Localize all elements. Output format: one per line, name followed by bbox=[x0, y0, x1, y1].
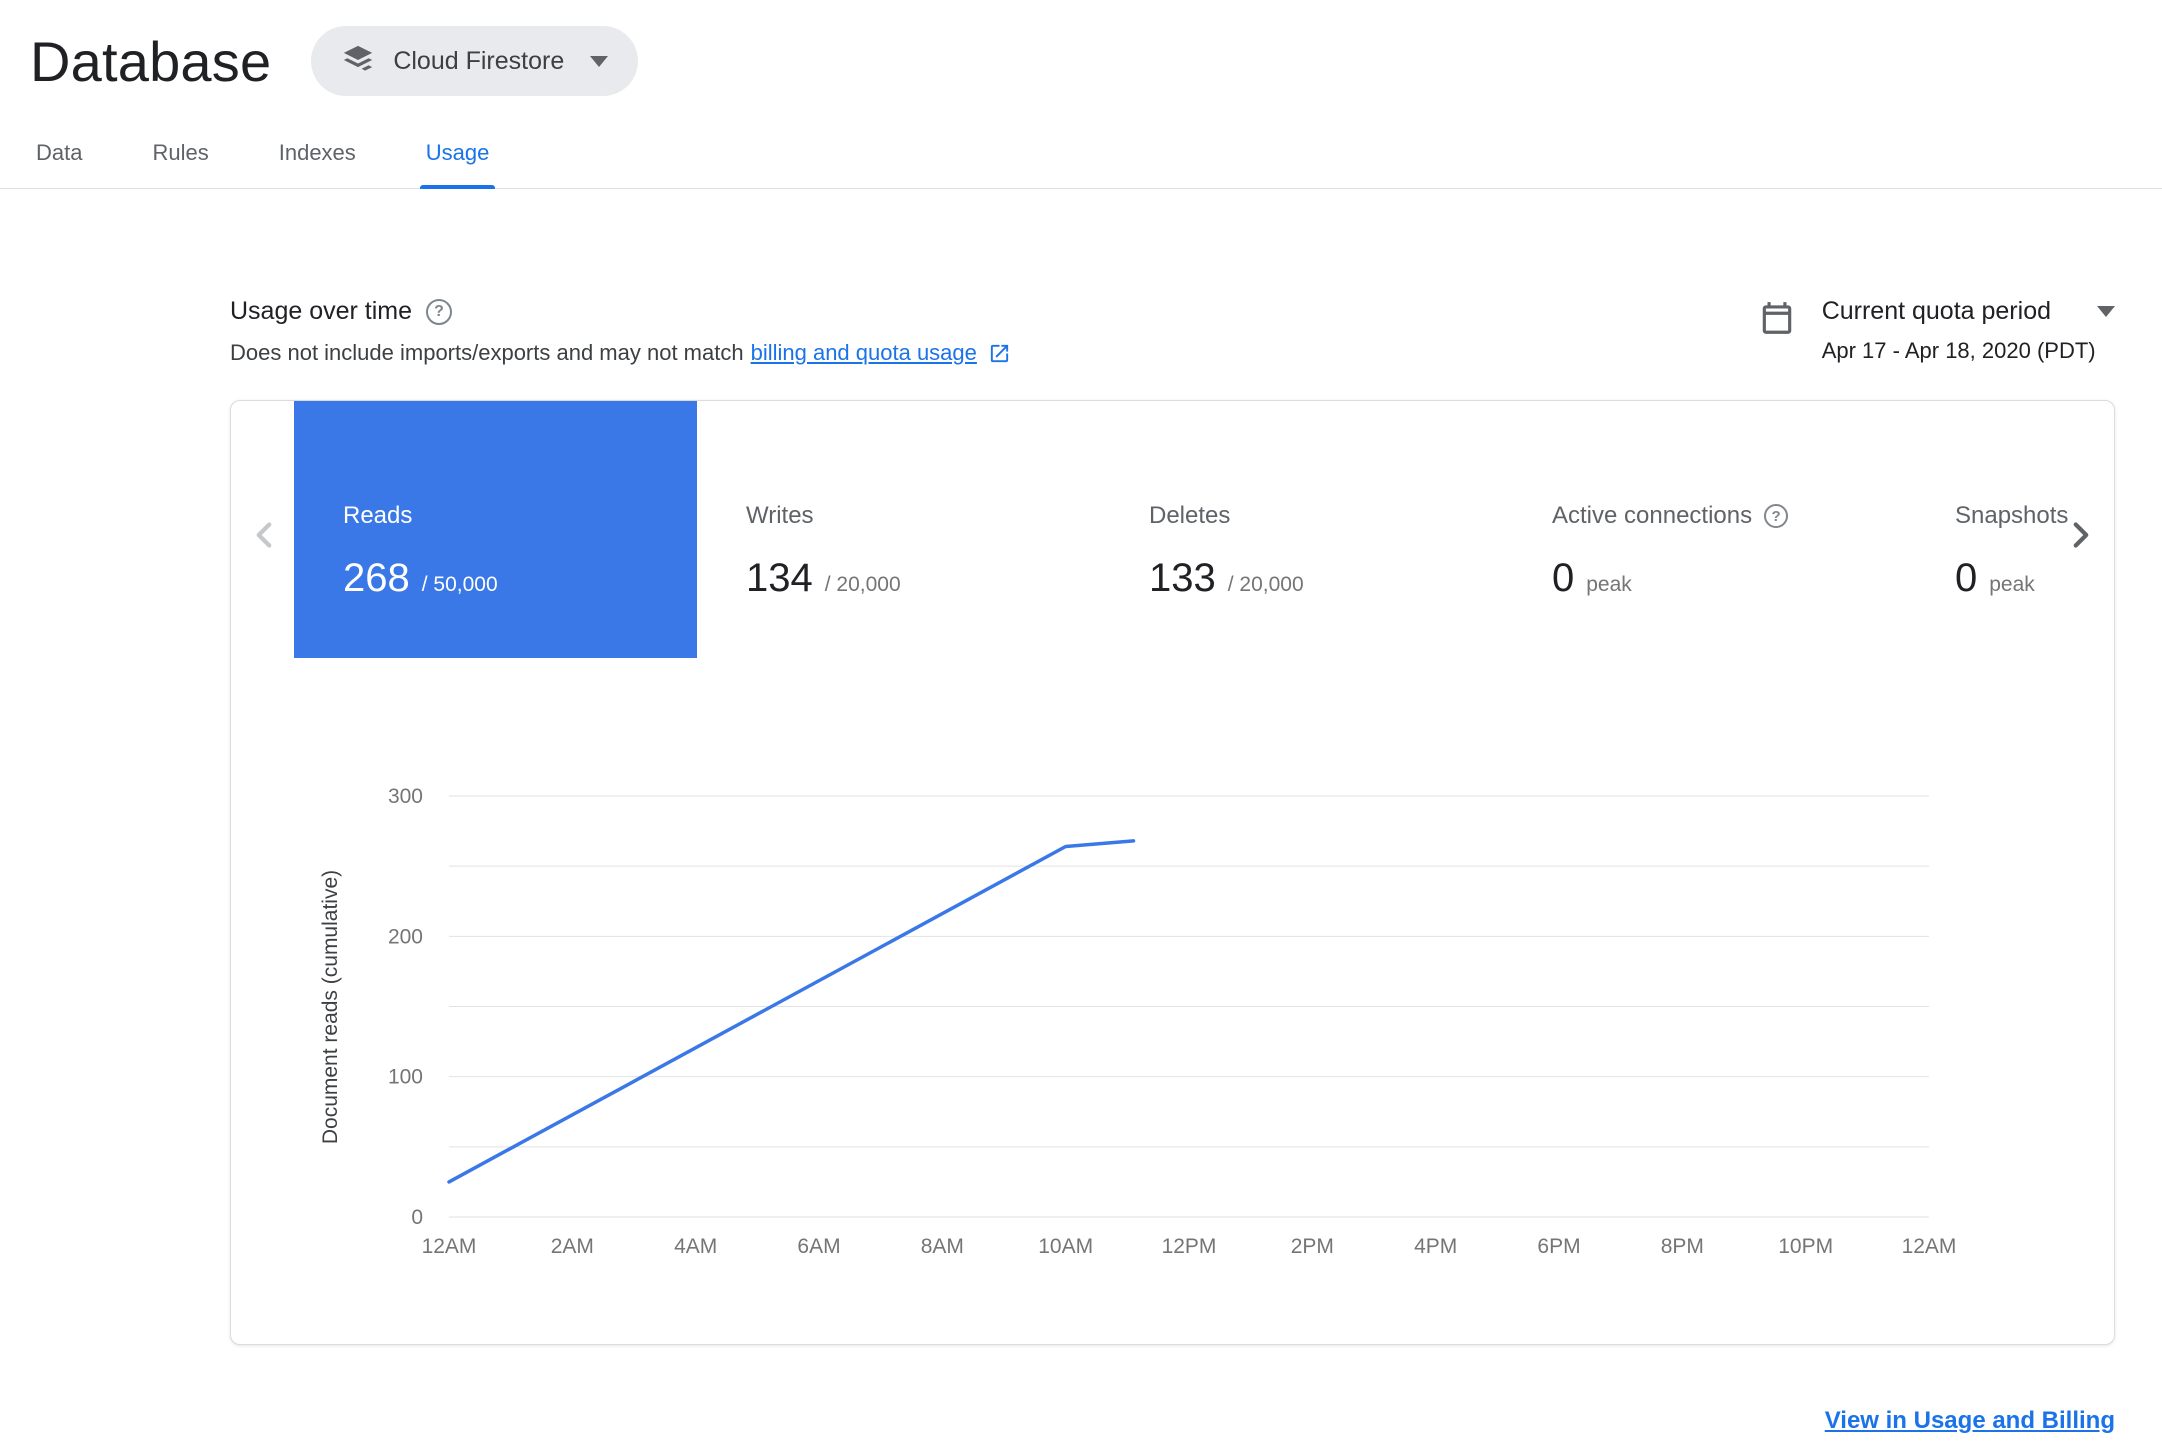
chevron-down-icon bbox=[590, 55, 609, 67]
chevron-left-icon bbox=[256, 522, 272, 548]
metric-name: Reads bbox=[343, 502, 413, 529]
svg-text:12AM: 12AM bbox=[1902, 1235, 1957, 1258]
carousel-next-button[interactable] bbox=[2060, 514, 2102, 556]
firestore-usage-page: Database Cloud Firestore Data Rules Inde… bbox=[0, 0, 2162, 1435]
svg-text:Document reads (cumulative): Document reads (cumulative) bbox=[321, 870, 342, 1144]
svg-text:100: 100 bbox=[388, 1066, 423, 1089]
usage-card: Reads 268 / 50,000 Writes 134 / 20,000 D… bbox=[230, 400, 2115, 1345]
help-icon[interactable]: ? bbox=[1764, 504, 1789, 528]
usage-content: Usage over time ? Does not include impor… bbox=[230, 297, 2115, 1435]
tab-indexes[interactable]: Indexes bbox=[273, 134, 362, 188]
svg-text:2AM: 2AM bbox=[551, 1235, 594, 1258]
metric-limit: / 20,000 bbox=[1227, 573, 1304, 596]
svg-text:4AM: 4AM bbox=[674, 1235, 717, 1258]
tab-rules[interactable]: Rules bbox=[146, 134, 214, 188]
metric-limit: peak bbox=[1989, 573, 2035, 596]
svg-text:8PM: 8PM bbox=[1661, 1235, 1704, 1258]
metric-limit: / 20,000 bbox=[824, 573, 901, 596]
quota-period-texts: Current quota period Apr 17 - Apr 18, 20… bbox=[1822, 297, 2115, 364]
svg-text:0: 0 bbox=[411, 1206, 423, 1229]
svg-text:8AM: 8AM bbox=[921, 1235, 964, 1258]
svg-text:200: 200 bbox=[388, 925, 423, 948]
quota-period-dropdown[interactable]: Current quota period bbox=[1822, 297, 2115, 326]
tab-usage[interactable]: Usage bbox=[419, 134, 496, 189]
svg-text:300: 300 bbox=[388, 785, 423, 808]
billing-quota-link[interactable]: billing and quota usage bbox=[751, 340, 977, 366]
metric-value: 133 bbox=[1149, 556, 1216, 600]
quota-period-selector: Current quota period Apr 17 - Apr 18, 20… bbox=[1758, 297, 2115, 364]
svg-text:10AM: 10AM bbox=[1038, 1235, 1093, 1258]
metric-value: 0 bbox=[1955, 556, 1978, 600]
tab-bar: Data Rules Indexes Usage bbox=[0, 134, 2162, 189]
chevron-right-icon bbox=[2073, 522, 2089, 548]
help-icon[interactable]: ? bbox=[426, 298, 453, 325]
firestore-icon bbox=[341, 43, 375, 80]
svg-text:10PM: 10PM bbox=[1778, 1235, 1833, 1258]
page-title: Database bbox=[30, 29, 272, 93]
svg-text:12AM: 12AM bbox=[422, 1235, 477, 1258]
section-description: Does not include imports/exports and may… bbox=[230, 340, 744, 365]
quota-period-range: Apr 17 - Apr 18, 2020 (PDT) bbox=[1821, 338, 2096, 363]
view-usage-billing-link[interactable]: View in Usage and Billing bbox=[1825, 1407, 2115, 1435]
open-in-new-icon[interactable] bbox=[988, 342, 1011, 365]
product-selector-dropdown[interactable]: Cloud Firestore bbox=[311, 26, 639, 96]
calendar-icon bbox=[1758, 299, 1796, 337]
metric-value: 0 bbox=[1552, 556, 1575, 600]
svg-text:6AM: 6AM bbox=[797, 1235, 840, 1258]
metric-name: Writes bbox=[746, 502, 814, 529]
metric-value: 268 bbox=[343, 556, 410, 600]
metric-card-deletes[interactable]: Deletes 133 / 20,000 bbox=[1100, 401, 1503, 658]
metric-name: Deletes bbox=[1149, 502, 1231, 529]
metric-value: 134 bbox=[746, 556, 813, 600]
chevron-down-icon bbox=[2097, 306, 2115, 317]
footer-link-row: View in Usage and Billing bbox=[230, 1407, 2115, 1435]
svg-text:2PM: 2PM bbox=[1291, 1235, 1334, 1258]
quota-period-label: Current quota period bbox=[1821, 297, 2051, 325]
svg-text:4PM: 4PM bbox=[1414, 1235, 1457, 1258]
usage-section-header: Usage over time ? Does not include impor… bbox=[230, 297, 2115, 366]
metric-limit: / 50,000 bbox=[421, 573, 498, 596]
product-selector-label: Cloud Firestore bbox=[393, 46, 565, 75]
svg-text:12PM: 12PM bbox=[1162, 1235, 1217, 1258]
metric-card-reads[interactable]: Reads 268 / 50,000 bbox=[294, 401, 697, 658]
metric-card-writes[interactable]: Writes 134 / 20,000 bbox=[697, 401, 1100, 658]
tab-data[interactable]: Data bbox=[30, 134, 88, 188]
svg-text:6PM: 6PM bbox=[1537, 1235, 1580, 1258]
usage-header-left: Usage over time ? Does not include impor… bbox=[230, 297, 1011, 366]
section-title: Usage over time bbox=[230, 297, 413, 325]
page-header: Database Cloud Firestore bbox=[0, 0, 2162, 96]
metrics-carousel: Reads 268 / 50,000 Writes 134 / 20,000 D… bbox=[294, 401, 2114, 658]
metric-card-active-connections[interactable]: Active connections ? 0 peak bbox=[1503, 401, 1906, 658]
usage-line-chart: 0 100 200 300 12AM 2AM 4AM 6AM 8AM 10AM 12PM 2PM 4PM… bbox=[321, 785, 1957, 1258]
carousel-prev-button[interactable] bbox=[243, 514, 285, 556]
metric-name: Active connections bbox=[1552, 502, 1753, 529]
metric-limit: peak bbox=[1586, 573, 1632, 596]
